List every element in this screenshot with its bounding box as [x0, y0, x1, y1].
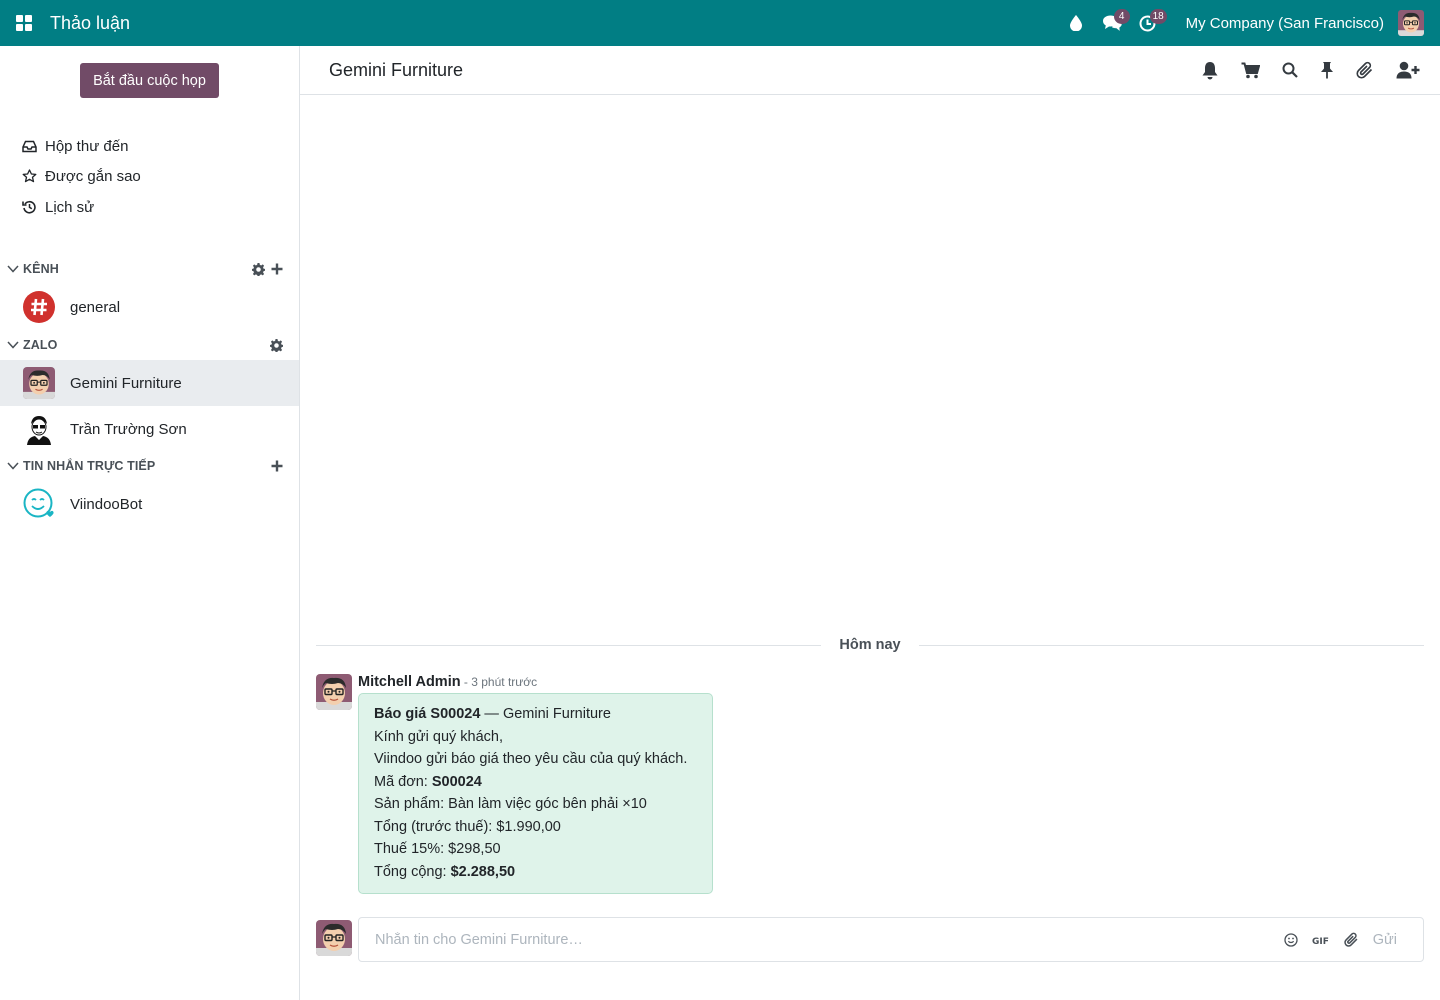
chevron-down-icon[interactable] [7, 462, 19, 470]
mailbox-label: Hộp thư đến [45, 137, 129, 155]
mailbox-history[interactable]: Lịch sử [22, 195, 94, 219]
gear-icon[interactable] [252, 262, 265, 276]
mailbox-label: Lịch sử [45, 198, 95, 216]
avatar [316, 920, 352, 956]
category-channels: KÊNH [0, 258, 299, 280]
category-zalo: ZALO [0, 334, 299, 356]
thread-name[interactable]: Gemini Furniture [329, 60, 463, 81]
category-label[interactable]: ZALO [23, 338, 57, 352]
gear-icon[interactable] [270, 338, 283, 352]
drop-icon[interactable] [1060, 0, 1092, 46]
order-label: Mã đơn: [374, 773, 432, 790]
subtotal-line: Tổng (trước thuế): $1.990,00 [374, 818, 561, 835]
channel-item-viindoobot[interactable]: ViindooBot [0, 481, 299, 527]
discuss-sidebar: Bắt đầu cuộc họp Hộp thư đến Được gắn sa… [0, 46, 300, 1000]
user-avatar[interactable] [1398, 10, 1424, 36]
message-date: - 3 phút trước [460, 675, 538, 689]
mailbox-label: Được gắn sao [45, 167, 141, 185]
bell-icon[interactable] [1201, 61, 1219, 80]
avatar [23, 413, 55, 445]
author-avatar[interactable] [316, 674, 352, 710]
gif-icon[interactable]: GIF [1312, 934, 1330, 946]
paperclip-icon[interactable] [1344, 932, 1359, 947]
emoji-icon[interactable] [1284, 932, 1298, 947]
channel-item-general[interactable]: general [0, 284, 299, 330]
pin-icon[interactable] [1320, 61, 1334, 79]
total-label: Tổng cộng: [374, 863, 451, 880]
activities-badge: 18 [1149, 9, 1167, 24]
composer: GIF Gửi [316, 917, 1424, 963]
messages-badge: 4 [1113, 9, 1130, 24]
order-value: S00024 [431, 773, 482, 790]
total-value: $2.288,50 [450, 863, 516, 880]
hashtag-icon [23, 291, 55, 323]
svg-text:GIF: GIF [1312, 937, 1329, 946]
message-line: Kính gửi quý khách, [374, 728, 504, 745]
date-separator: Hôm nay [316, 636, 1424, 654]
paperclip-icon[interactable] [1356, 61, 1374, 79]
channel-label: Trần Trường Sơn [70, 420, 187, 438]
channel-label: general [70, 298, 121, 316]
chevron-down-icon[interactable] [7, 265, 19, 273]
company-switcher[interactable]: My Company (San Francisco) [1186, 15, 1384, 32]
category-label[interactable]: TIN NHẮN TRỰC TIẾP [23, 459, 155, 473]
message-bubble: Báo giá S00024 — Gemini Furniture Kính g… [358, 693, 713, 894]
composer-box: GIF Gửi [358, 917, 1424, 962]
history-icon [22, 200, 36, 214]
inbox-icon [22, 140, 37, 152]
category-direct-messages: TIN NHẮN TRỰC TIẾP [0, 455, 299, 477]
plus-icon[interactable] [271, 460, 283, 472]
channel-label: ViindooBot [70, 495, 143, 513]
channel-item-tran-truong-son[interactable]: Trần Trường Sơn [0, 406, 299, 452]
top-navbar: Thảo luận 4 18 My Company (San Francisco… [0, 0, 1440, 46]
product-line: Sản phẩm: Bàn làm việc góc bên phải ×10 [374, 796, 647, 812]
avatar [23, 367, 55, 399]
quote-customer: — Gemini Furniture [480, 706, 611, 722]
message-line: Viindoo gửi báo giá theo yêu cầu của quý… [374, 751, 688, 767]
date-label: Hôm nay [839, 637, 901, 653]
thread-header: Gemini Furniture [300, 46, 1440, 95]
app-title[interactable]: Thảo luận [50, 13, 130, 34]
search-icon[interactable] [1282, 62, 1298, 78]
star-icon [22, 169, 37, 183]
messaging-menu[interactable]: 4 [1096, 0, 1130, 46]
chevron-down-icon[interactable] [7, 341, 19, 349]
thread-view: Gemini Furniture Hôm nay Mitchell Admin … [300, 46, 1440, 1000]
bot-avatar [23, 488, 55, 520]
quote-title: Báo giá S00024 [374, 706, 481, 722]
channel-label: Gemini Furniture [70, 374, 182, 392]
send-button[interactable]: Gửi [1373, 932, 1397, 948]
channel-item-gemini-furniture[interactable]: Gemini Furniture [0, 360, 299, 406]
mailbox-inbox[interactable]: Hộp thư đến [22, 134, 128, 158]
message-input[interactable] [375, 919, 1270, 960]
cart-icon[interactable] [1241, 62, 1260, 79]
apps-menu-icon[interactable] [16, 15, 32, 31]
plus-icon[interactable] [271, 263, 283, 275]
add-user-icon[interactable] [1396, 61, 1420, 79]
category-label[interactable]: KÊNH [23, 262, 59, 276]
activity-menu[interactable]: 18 [1132, 0, 1167, 46]
systray: 4 18 My Company (San Francisco) [1056, 0, 1440, 46]
mailbox-starred[interactable]: Được gắn sao [22, 164, 141, 188]
start-meeting-button[interactable]: Bắt đầu cuộc họp [80, 63, 219, 98]
tax-line: Thuế 15%: $298,50 [374, 841, 501, 857]
message-author[interactable]: Mitchell Admin [358, 674, 461, 690]
